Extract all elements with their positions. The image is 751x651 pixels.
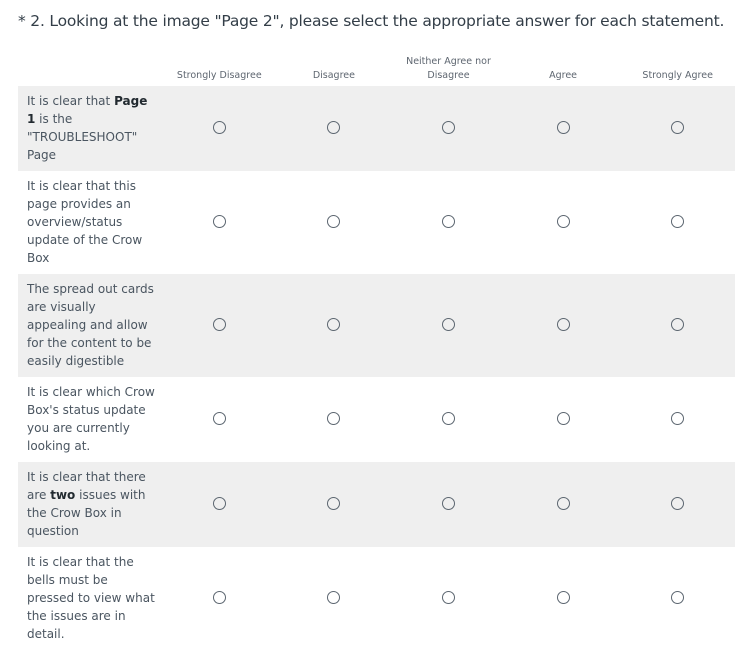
column-header-disagree: Disagree bbox=[312, 70, 355, 81]
radio-agree[interactable] bbox=[556, 318, 570, 331]
radio-cell-strongly-agree bbox=[620, 547, 735, 650]
radio-strongly-agree[interactable] bbox=[671, 121, 685, 134]
radio-neither[interactable] bbox=[441, 215, 455, 228]
statement-label: The spread out cards are visually appeal… bbox=[18, 274, 162, 377]
column-header-strongly-agree: Strongly Agree bbox=[642, 70, 713, 81]
statement-text: The spread out cards are visually appeal… bbox=[27, 282, 154, 368]
radio-cell-strongly-agree bbox=[620, 171, 735, 274]
radio-cell-agree bbox=[505, 274, 621, 377]
radio-cell-strongly-disagree bbox=[162, 462, 277, 547]
column-header-agree: Agree bbox=[549, 70, 578, 81]
column-header-strongly-disagree: Strongly Disagree bbox=[176, 70, 262, 81]
radio-disagree[interactable] bbox=[327, 215, 341, 228]
radio-cell-strongly-agree bbox=[620, 462, 735, 547]
radio-strongly-disagree[interactable] bbox=[212, 497, 226, 510]
radio-cell-strongly-disagree bbox=[162, 377, 277, 462]
radio-cell-agree bbox=[506, 171, 621, 274]
statement-row: It is clear that this page provides an o… bbox=[18, 171, 735, 274]
radio-cell-neither bbox=[391, 171, 506, 274]
statement-row: The spread out cards are visually appeal… bbox=[18, 274, 735, 377]
radio-cell-strongly-agree bbox=[620, 274, 735, 377]
radio-neither[interactable] bbox=[441, 497, 455, 510]
radio-disagree[interactable] bbox=[327, 412, 341, 425]
statement-row: It is clear that the bells must be press… bbox=[18, 547, 735, 650]
radio-cell-neither bbox=[391, 274, 506, 377]
statement-text: is the "TROUBLESHOOT" Page bbox=[27, 112, 138, 162]
radio-cell-agree bbox=[505, 462, 621, 547]
radio-cell-strongly-disagree bbox=[162, 547, 277, 650]
question-text: 2. Looking at the image "Page 2", please… bbox=[25, 12, 725, 30]
radio-cell-neither bbox=[391, 86, 506, 171]
radio-cell-disagree bbox=[276, 462, 392, 547]
radio-neither[interactable] bbox=[441, 318, 455, 331]
radio-disagree[interactable] bbox=[327, 591, 341, 604]
radio-cell-disagree bbox=[277, 377, 392, 462]
statement-row: It is clear that Page 1 is the "TROUBLES… bbox=[18, 86, 735, 171]
radio-neither[interactable] bbox=[441, 591, 455, 604]
radio-strongly-agree[interactable] bbox=[671, 591, 685, 604]
statement-label: It is clear that the bells must be press… bbox=[18, 547, 162, 650]
radio-cell-strongly-agree bbox=[620, 377, 735, 462]
radio-strongly-disagree[interactable] bbox=[212, 318, 226, 331]
radio-agree[interactable] bbox=[556, 591, 570, 604]
radio-strongly-agree[interactable] bbox=[671, 497, 685, 510]
radio-cell-strongly-disagree bbox=[162, 171, 277, 274]
statement-label: It is clear that Page 1 is the "TROUBLES… bbox=[18, 86, 162, 171]
statement-label: It is clear that there are two issues wi… bbox=[18, 462, 162, 547]
radio-cell-agree bbox=[506, 547, 621, 650]
statement-text: It is clear that bbox=[27, 94, 115, 108]
likert-matrix: Strongly Disagree Disagree Neither Agree… bbox=[18, 50, 735, 650]
statement-label: It is clear which Crow Box's status upda… bbox=[18, 377, 162, 462]
radio-cell-strongly-agree bbox=[620, 86, 735, 171]
radio-strongly-agree[interactable] bbox=[671, 215, 685, 228]
statement-label: It is clear that this page provides an o… bbox=[18, 171, 162, 274]
radio-agree[interactable] bbox=[556, 412, 570, 425]
statement-row: It is clear that there are two issues wi… bbox=[18, 462, 735, 547]
radio-cell-neither bbox=[391, 547, 506, 650]
radio-cell-neither bbox=[391, 462, 506, 547]
radio-strongly-disagree[interactable] bbox=[212, 121, 226, 134]
radio-neither[interactable] bbox=[441, 121, 455, 134]
statement-text: It is clear which Crow Box's status upda… bbox=[27, 385, 155, 453]
radio-cell-disagree bbox=[276, 274, 392, 377]
radio-cell-agree bbox=[505, 86, 621, 171]
radio-cell-strongly-disagree bbox=[162, 86, 277, 171]
radio-strongly-disagree[interactable] bbox=[212, 412, 226, 425]
question-title: * 2. Looking at the image "Page 2", plea… bbox=[18, 12, 724, 30]
radio-agree[interactable] bbox=[556, 121, 570, 134]
radio-disagree[interactable] bbox=[327, 318, 341, 331]
radio-cell-agree bbox=[506, 377, 621, 462]
radio-neither[interactable] bbox=[441, 412, 455, 425]
radio-cell-strongly-disagree bbox=[162, 274, 277, 377]
statement-emphasis: two bbox=[50, 488, 76, 502]
matrix-body: It is clear that Page 1 is the "TROUBLES… bbox=[18, 86, 735, 650]
radio-disagree[interactable] bbox=[327, 497, 341, 510]
radio-strongly-disagree[interactable] bbox=[212, 215, 226, 228]
radio-cell-neither bbox=[391, 377, 506, 462]
radio-cell-disagree bbox=[277, 171, 392, 274]
radio-disagree[interactable] bbox=[327, 121, 341, 134]
radio-agree[interactable] bbox=[556, 497, 570, 510]
radio-agree[interactable] bbox=[556, 215, 570, 228]
header-blank bbox=[18, 50, 162, 86]
statement-text: It is clear that this page provides an o… bbox=[27, 179, 143, 265]
header-row: Strongly Disagree Disagree Neither Agree… bbox=[18, 50, 735, 86]
radio-cell-disagree bbox=[276, 86, 392, 171]
radio-strongly-disagree[interactable] bbox=[212, 591, 226, 604]
radio-strongly-agree[interactable] bbox=[671, 412, 685, 425]
column-header-neither: Neither Agree nor Disagree bbox=[406, 56, 491, 81]
radio-cell-disagree bbox=[277, 547, 392, 650]
statement-text: It is clear that the bells must be press… bbox=[27, 555, 155, 641]
required-marker: * bbox=[18, 12, 26, 30]
statement-row: It is clear which Crow Box's status upda… bbox=[18, 377, 735, 462]
radio-strongly-agree[interactable] bbox=[671, 318, 685, 331]
